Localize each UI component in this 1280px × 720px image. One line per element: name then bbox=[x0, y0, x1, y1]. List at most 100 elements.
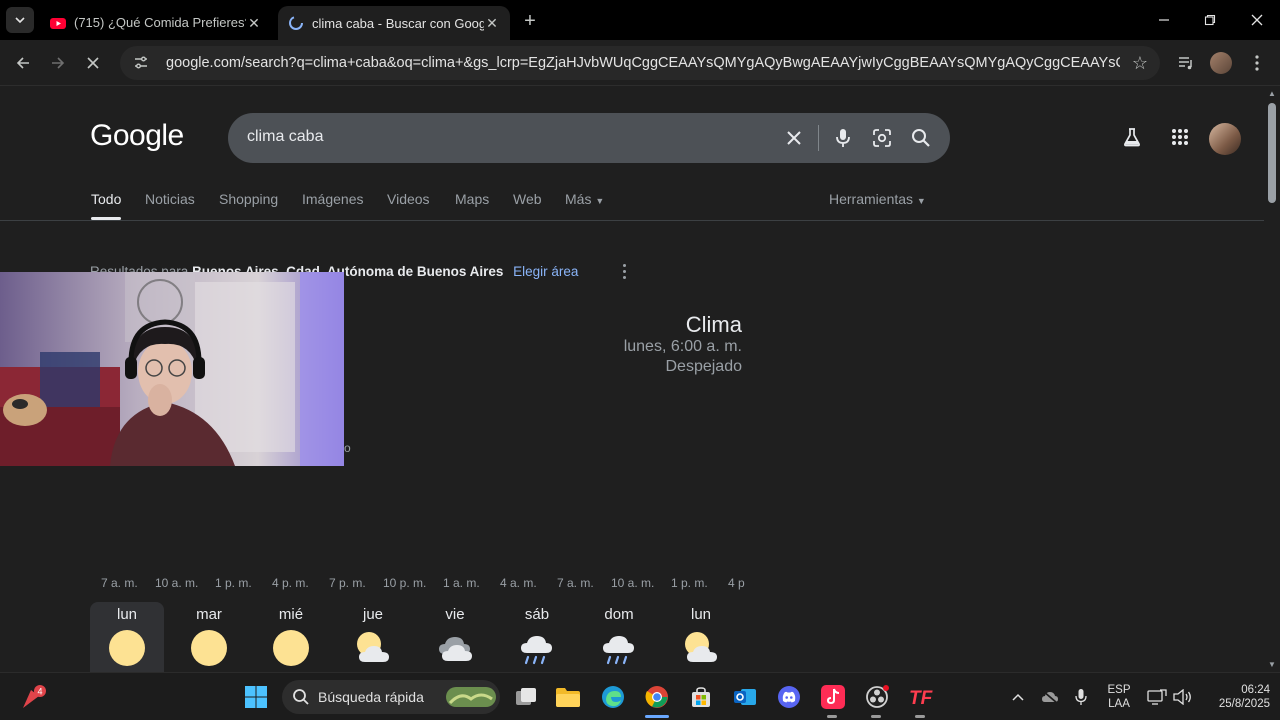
restore-button[interactable] bbox=[1198, 8, 1222, 32]
tab-google-search[interactable]: clima caba - Buscar con Google ✕ bbox=[278, 6, 510, 40]
outlook-button[interactable] bbox=[729, 681, 761, 713]
caret-down-icon: ▼ bbox=[595, 196, 605, 206]
volume-button[interactable] bbox=[1166, 681, 1198, 713]
language-code: ESP bbox=[1107, 684, 1131, 696]
tools-button[interactable]: Herramientas ▼ bbox=[829, 191, 926, 207]
media-queue-icon bbox=[1179, 57, 1192, 70]
lens-search-button[interactable] bbox=[870, 126, 894, 150]
clock-time: 06:24 bbox=[1241, 684, 1270, 696]
forecast-day[interactable]: lun bbox=[90, 602, 164, 672]
widgets-button[interactable]: 4 bbox=[18, 681, 50, 713]
sun-icon bbox=[109, 630, 145, 666]
hour-label: 7 a. m. bbox=[557, 576, 594, 590]
notification-count: 4 bbox=[37, 687, 42, 697]
show-hidden-icons-button[interactable] bbox=[1002, 681, 1034, 713]
hour-label: 1 p. m. bbox=[671, 576, 708, 590]
speaker-icon bbox=[1173, 689, 1191, 705]
tab-youtube[interactable]: (715) ¿Qué Comida Prefieres? 🍕 ✕ bbox=[40, 6, 272, 40]
close-window-button[interactable] bbox=[1245, 8, 1269, 32]
tab-todo[interactable]: Todo bbox=[91, 191, 122, 220]
profile-button[interactable] bbox=[1208, 50, 1234, 76]
restore-icon bbox=[1204, 14, 1216, 26]
windows-taskbar: 4 Búsqueda rápida TF ESP LAA 06:24 25/8/… bbox=[0, 672, 1280, 720]
clock[interactable]: 06:24 25/8/2025 bbox=[1196, 683, 1270, 711]
sun-icon bbox=[191, 630, 227, 666]
webcam-person-image bbox=[0, 272, 344, 466]
forecast-day[interactable]: mar bbox=[172, 602, 246, 672]
tab-search-button[interactable] bbox=[6, 7, 34, 33]
tab-web[interactable]: Web bbox=[513, 191, 542, 207]
account-avatar[interactable] bbox=[1209, 123, 1241, 155]
forecast-day[interactable]: vie bbox=[418, 602, 492, 672]
weather-condition: Despejado bbox=[665, 358, 743, 375]
google-apps-button[interactable] bbox=[1168, 125, 1192, 149]
caret-down-icon: ▼ bbox=[916, 196, 926, 206]
svg-text:TF: TF bbox=[909, 688, 934, 708]
address-bar[interactable]: google.com/search?q=clima+caba&oq=clima+… bbox=[120, 46, 1160, 80]
search-button[interactable] bbox=[909, 126, 933, 150]
forecast-day[interactable]: jue bbox=[336, 602, 410, 672]
close-icon[interactable]: ✕ bbox=[246, 15, 262, 31]
taskbar-search[interactable]: Búsqueda rápida bbox=[282, 680, 500, 714]
search-query-text[interactable]: clima caba bbox=[247, 128, 323, 146]
tab-videos[interactable]: Videos bbox=[387, 191, 430, 207]
media-control-button[interactable] bbox=[1173, 50, 1199, 76]
bookmark-star-icon[interactable]: ☆ bbox=[1120, 53, 1160, 74]
store-button[interactable] bbox=[685, 681, 717, 713]
browser-menu-button[interactable] bbox=[1244, 50, 1270, 76]
tab-imagenes[interactable]: Imágenes bbox=[302, 191, 363, 207]
tab-maps[interactable]: Maps bbox=[455, 191, 489, 207]
scroll-thumb[interactable] bbox=[1268, 103, 1276, 203]
scroll-down-icon[interactable]: ▼ bbox=[1267, 660, 1277, 670]
avatar bbox=[1210, 52, 1232, 74]
site-info-icon[interactable] bbox=[132, 54, 150, 72]
url-text[interactable]: google.com/search?q=clima+caba&oq=clima+… bbox=[166, 55, 1120, 71]
close-icon[interactable]: ✕ bbox=[484, 15, 500, 31]
app-running-indicator bbox=[915, 715, 925, 718]
tools-label: Herramientas bbox=[829, 191, 914, 207]
page-scrollbar[interactable]: ▲ ▼ bbox=[1264, 87, 1280, 672]
tiktok-button[interactable] bbox=[817, 681, 849, 713]
cloud-offline-icon bbox=[1042, 690, 1058, 704]
forward-button[interactable] bbox=[45, 50, 71, 76]
input-language[interactable]: ESP LAA bbox=[1104, 683, 1134, 711]
tab-noticias[interactable]: Noticias bbox=[145, 191, 195, 207]
task-view-button[interactable] bbox=[510, 681, 542, 713]
hour-label: 1 a. m. bbox=[443, 576, 480, 590]
edge-button[interactable] bbox=[597, 681, 629, 713]
forecast-day[interactable]: mié bbox=[254, 602, 328, 672]
microphone-button[interactable] bbox=[1065, 681, 1097, 713]
search-icon bbox=[912, 129, 930, 147]
start-button[interactable] bbox=[240, 681, 272, 713]
search-input[interactable]: clima caba bbox=[228, 113, 950, 163]
obs-button[interactable] bbox=[861, 681, 893, 713]
back-button[interactable] bbox=[10, 50, 36, 76]
sun-icon bbox=[273, 630, 309, 666]
forecast-day[interactable]: lun bbox=[664, 602, 738, 672]
voice-search-button[interactable] bbox=[831, 126, 855, 150]
search-icon bbox=[293, 689, 309, 705]
discord-button[interactable] bbox=[773, 681, 805, 713]
keyboard-layout: LAA bbox=[1108, 698, 1130, 710]
choose-area-link[interactable]: Elegir área bbox=[513, 264, 578, 279]
youtube-icon bbox=[50, 18, 66, 29]
onedrive-button[interactable] bbox=[1034, 681, 1066, 713]
file-explorer-button[interactable] bbox=[552, 681, 584, 713]
stop-loading-button[interactable] bbox=[80, 50, 106, 76]
more-options-button[interactable] bbox=[618, 262, 630, 280]
tab-mas[interactable]: Más ▼ bbox=[565, 191, 604, 207]
chrome-button[interactable] bbox=[641, 681, 673, 713]
flask-icon bbox=[1124, 128, 1140, 147]
forecast-day[interactable]: sáb bbox=[500, 602, 574, 672]
labs-button[interactable] bbox=[1120, 125, 1144, 149]
tab-shopping[interactable]: Shopping bbox=[219, 191, 278, 207]
clear-search-button[interactable] bbox=[782, 126, 806, 150]
minimize-button[interactable] bbox=[1152, 8, 1176, 32]
new-tab-button[interactable]: + bbox=[518, 9, 542, 33]
google-logo[interactable]: Google bbox=[90, 119, 184, 153]
tf-app-button[interactable]: TF bbox=[905, 681, 937, 713]
forecast-day[interactable]: dom bbox=[582, 602, 656, 672]
scroll-up-icon[interactable]: ▲ bbox=[1267, 89, 1277, 99]
more-vertical-icon bbox=[1255, 55, 1259, 71]
day-name: vie bbox=[445, 606, 465, 623]
